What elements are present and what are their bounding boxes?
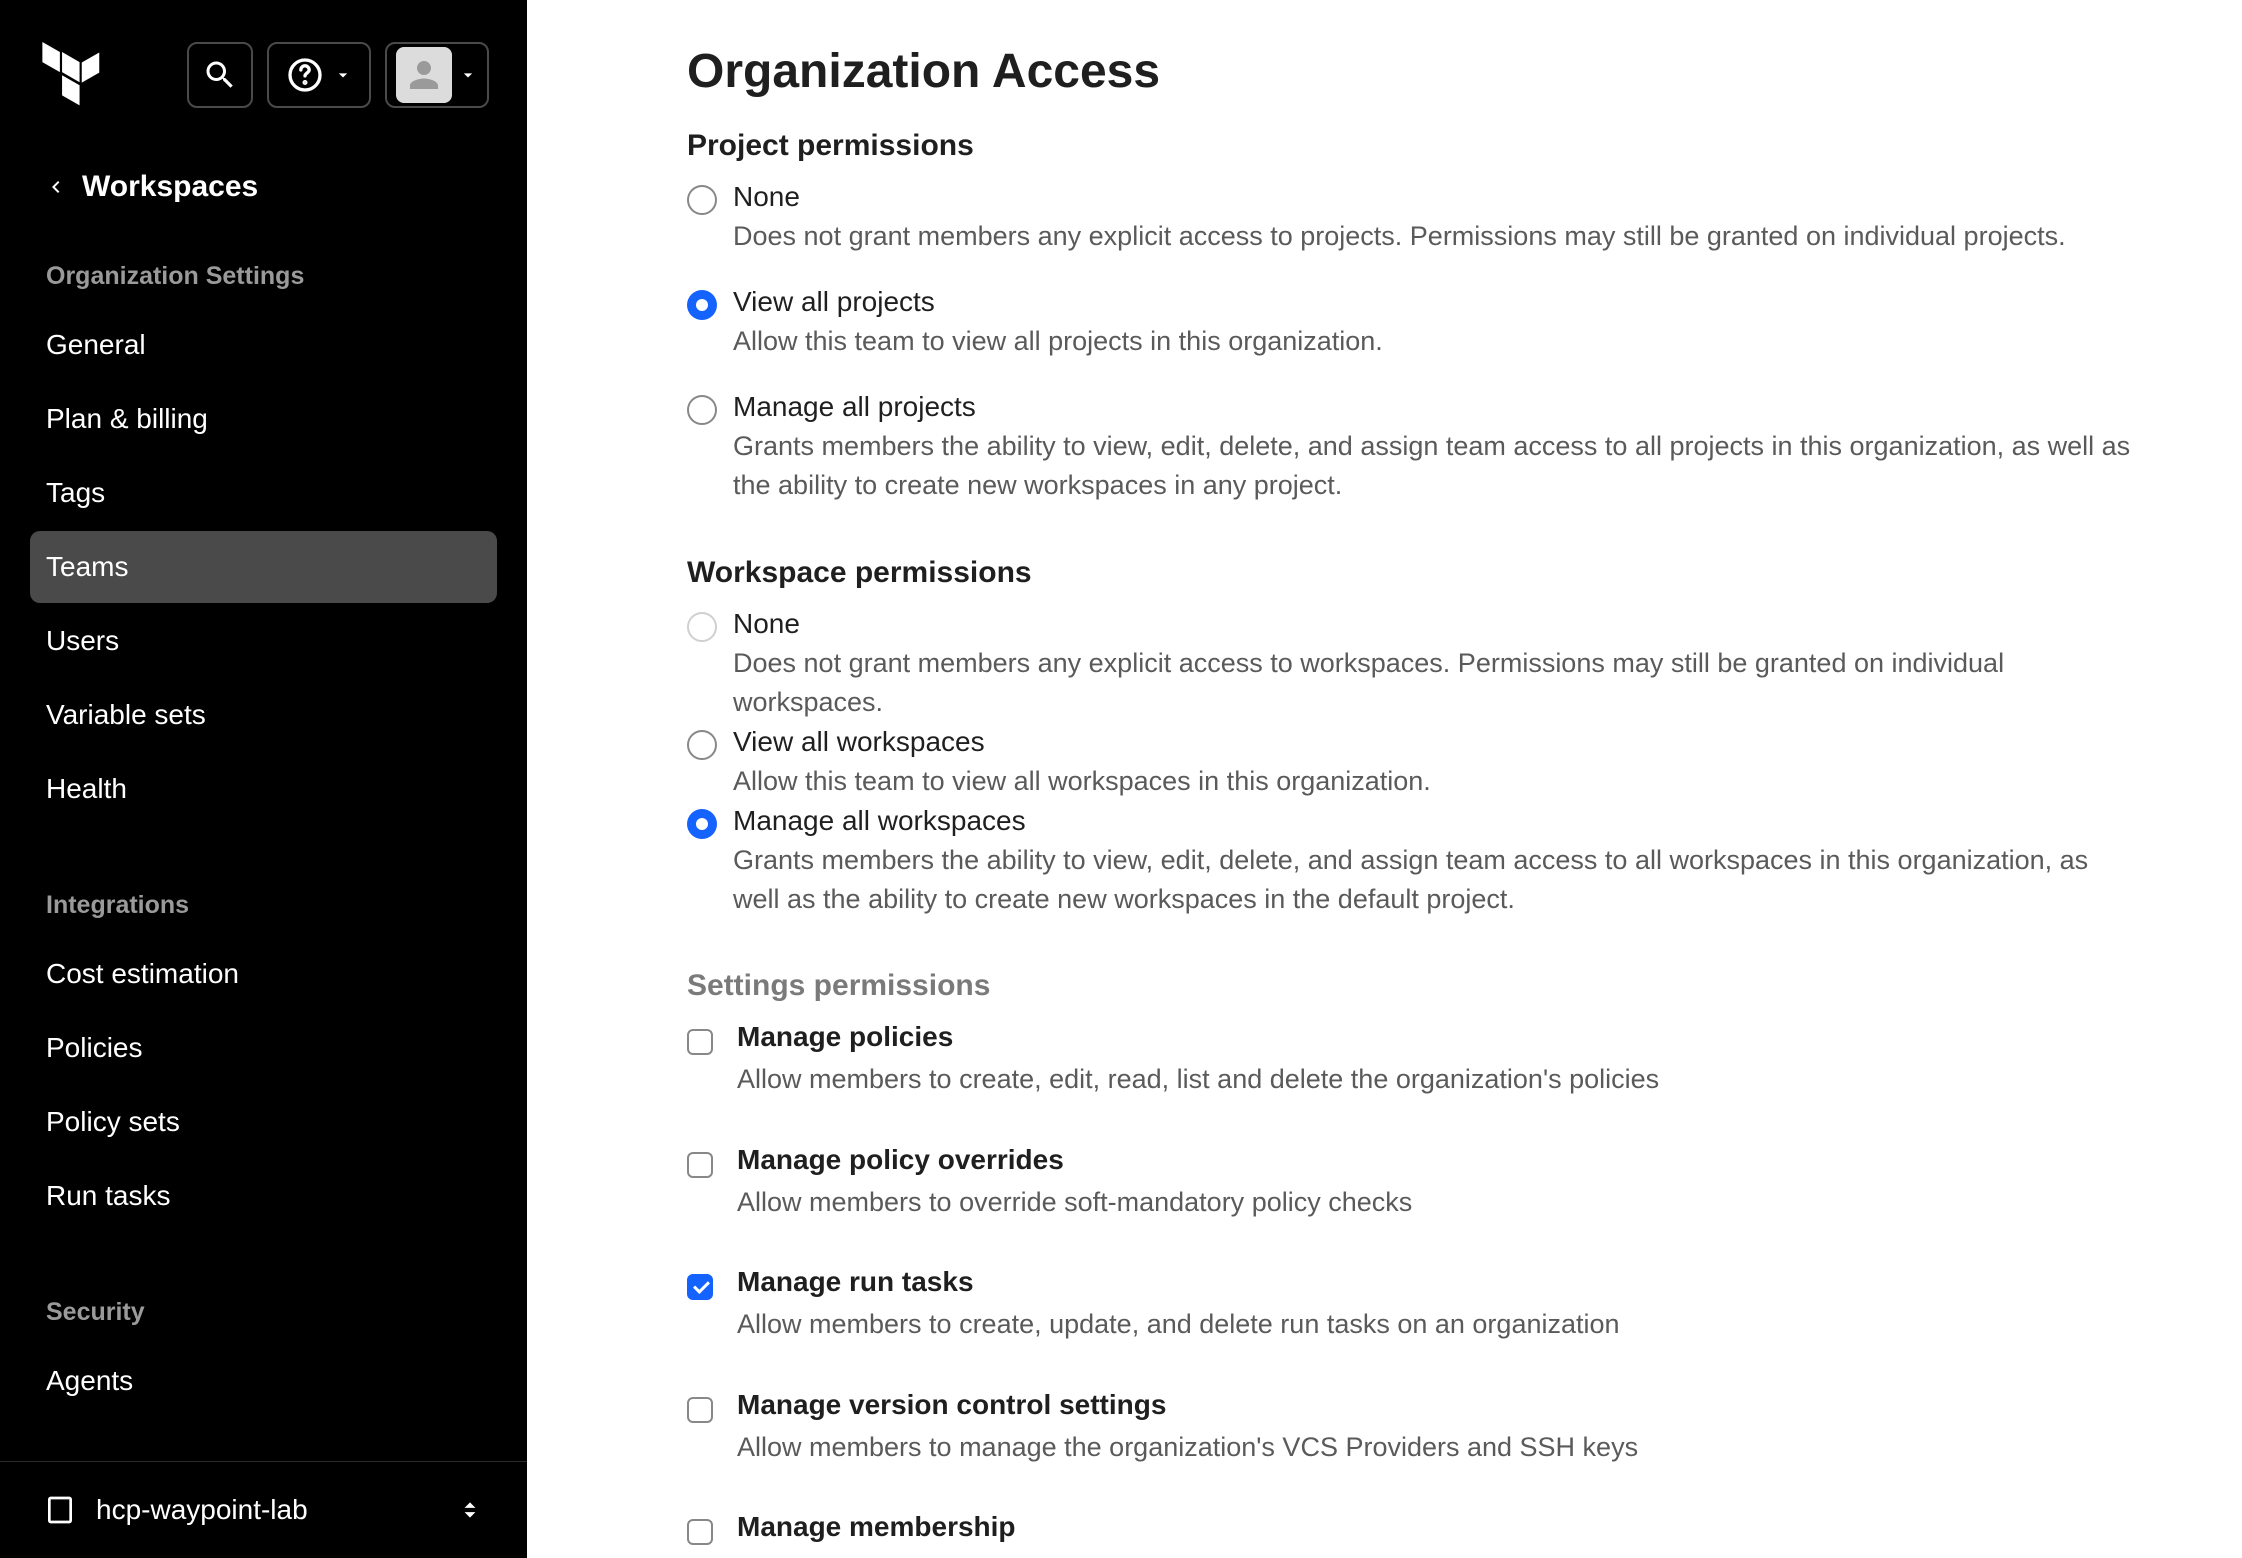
chevron-down-icon [333, 65, 353, 85]
checkbox-manage-policies[interactable] [687, 1029, 713, 1055]
manage-membership-label: Manage membership [737, 1511, 2142, 1543]
sort-icon [457, 1497, 483, 1523]
workspace-manage-label: Manage all workspaces [733, 805, 2142, 837]
org-switcher[interactable]: hcp-waypoint-lab [0, 1461, 527, 1558]
nav-item-cost-estimation[interactable]: Cost estimation [30, 938, 497, 1010]
avatar [396, 47, 452, 103]
terraform-logo[interactable] [38, 40, 108, 110]
help-icon [285, 55, 325, 95]
project-none-desc: Does not grant members any explicit acce… [733, 217, 2142, 256]
radio-workspace-none [687, 612, 717, 642]
setting-manage-policies: Manage policies Allow members to create,… [687, 1021, 2142, 1100]
checkbox-manage-membership[interactable] [687, 1519, 713, 1545]
search-button[interactable] [187, 42, 253, 108]
manage-vcs-label: Manage version control settings [737, 1389, 2142, 1421]
user-menu-button[interactable] [385, 42, 489, 108]
radio-project-manage[interactable] [687, 395, 717, 425]
workspace-none-label: None [733, 608, 2142, 640]
project-permissions-heading: Project permissions [687, 129, 2142, 163]
workspace-perm-manage: Manage all workspaces Grants members the… [687, 805, 2142, 919]
setting-manage-run-tasks: Manage run tasks Allow members to create… [687, 1266, 2142, 1345]
radio-project-none[interactable] [687, 185, 717, 215]
nav-item-plan-billing[interactable]: Plan & billing [30, 383, 497, 455]
radio-workspace-manage[interactable] [687, 809, 717, 839]
workspace-perm-none: None Does not grant members any explicit… [687, 608, 2142, 722]
workspace-permissions-heading: Workspace permissions [687, 556, 2142, 590]
workspace-perm-view: View all workspaces Allow this team to v… [687, 726, 2142, 801]
chevron-down-icon [458, 65, 478, 85]
manage-policy-overrides-label: Manage policy overrides [737, 1144, 2142, 1176]
nav-item-policies[interactable]: Policies [30, 1012, 497, 1084]
project-none-label: None [733, 181, 2142, 213]
nav-item-variable-sets[interactable]: Variable sets [30, 679, 497, 751]
workspace-none-desc: Does not grant members any explicit acce… [733, 644, 2142, 722]
manage-run-tasks-label: Manage run tasks [737, 1266, 2142, 1298]
manage-policies-label: Manage policies [737, 1021, 2142, 1053]
setting-manage-vcs: Manage version control settings Allow me… [687, 1389, 2142, 1468]
project-view-label: View all projects [733, 286, 2142, 318]
workspace-permissions-section: Workspace permissions None Does not gran… [687, 556, 2142, 920]
checkbox-manage-vcs[interactable] [687, 1397, 713, 1423]
project-permissions-section: Project permissions None Does not grant … [687, 129, 2142, 506]
nav-item-general[interactable]: General [30, 309, 497, 381]
setting-manage-policy-overrides: Manage policy overrides Allow members to… [687, 1144, 2142, 1223]
settings-permissions-section: Settings permissions Manage policies All… [687, 969, 2142, 1558]
breadcrumb-back[interactable]: Workspaces [0, 140, 527, 244]
building-icon [44, 1494, 76, 1526]
breadcrumb-label: Workspaces [82, 170, 258, 204]
org-name: hcp-waypoint-lab [96, 1494, 308, 1526]
nav-section-label-integrations: Integrations [30, 873, 497, 938]
search-icon [202, 57, 238, 93]
manage-vcs-desc: Allow members to manage the organization… [737, 1427, 2142, 1468]
setting-manage-membership: Manage membership Allow members to add a… [687, 1511, 2142, 1558]
project-manage-label: Manage all projects [733, 391, 2142, 423]
help-button[interactable] [267, 42, 371, 108]
nav-item-tags[interactable]: Tags [30, 457, 497, 529]
nav-item-run-tasks[interactable]: Run tasks [30, 1160, 497, 1232]
manage-membership-desc: Allow members to add and remove users fr… [737, 1549, 2142, 1558]
sidebar-top-bar [0, 0, 527, 140]
page-title: Organization Access [687, 44, 2142, 99]
workspace-view-desc: Allow this team to view all workspaces i… [733, 762, 2142, 801]
nav-item-users[interactable]: Users [30, 605, 497, 677]
nav-scroll: Organization Settings General Plan & bil… [0, 244, 527, 1461]
nav-item-policy-sets[interactable]: Policy sets [30, 1086, 497, 1158]
sidebar: Workspaces Organization Settings General… [0, 0, 527, 1558]
main-content: Organization Access Project permissions … [527, 0, 2242, 1558]
project-manage-desc: Grants members the ability to view, edit… [733, 427, 2142, 505]
workspace-manage-desc: Grants members the ability to view, edit… [733, 841, 2142, 919]
project-perm-manage: Manage all projects Grants members the a… [687, 391, 2142, 505]
project-perm-none: None Does not grant members any explicit… [687, 181, 2142, 256]
workspace-view-label: View all workspaces [733, 726, 2142, 758]
nav-item-agents[interactable]: Agents [30, 1345, 497, 1417]
nav-section-label-org-settings: Organization Settings [30, 244, 497, 309]
manage-policies-desc: Allow members to create, edit, read, lis… [737, 1059, 2142, 1100]
nav-section-label-security: Security [30, 1280, 497, 1345]
manage-run-tasks-desc: Allow members to create, update, and del… [737, 1304, 2142, 1345]
nav-item-teams[interactable]: Teams [30, 531, 497, 603]
chevron-left-icon [44, 175, 68, 199]
project-perm-view: View all projects Allow this team to vie… [687, 286, 2142, 361]
checkbox-manage-run-tasks[interactable] [687, 1274, 713, 1300]
radio-workspace-view[interactable] [687, 730, 717, 760]
checkbox-manage-policy-overrides[interactable] [687, 1152, 713, 1178]
radio-project-view[interactable] [687, 290, 717, 320]
settings-permissions-heading: Settings permissions [687, 969, 2142, 1003]
manage-policy-overrides-desc: Allow members to override soft-mandatory… [737, 1182, 2142, 1223]
project-view-desc: Allow this team to view all projects in … [733, 322, 2142, 361]
nav-item-health[interactable]: Health [30, 753, 497, 825]
